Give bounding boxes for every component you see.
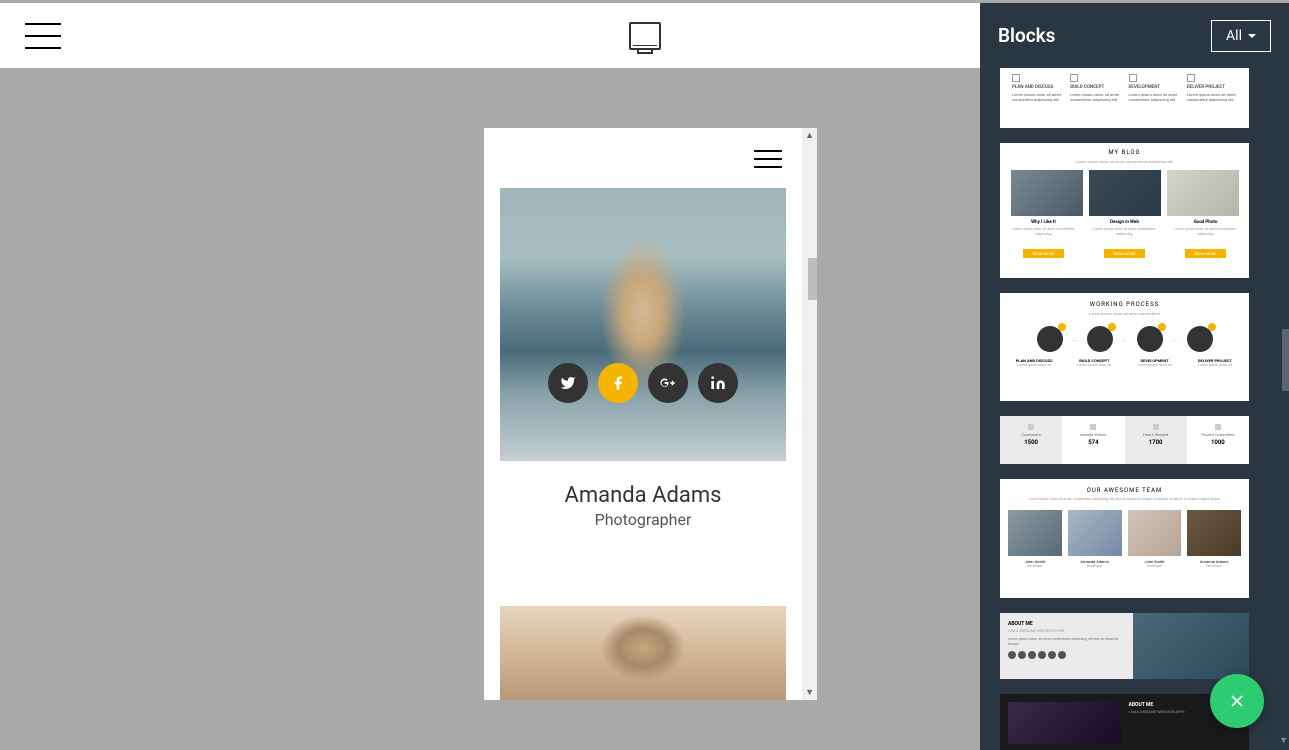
- counter-value: 1000: [1191, 439, 1245, 446]
- process-heading: WORKING PROCESS: [1008, 301, 1241, 308]
- linkedin-icon[interactable]: [698, 363, 738, 403]
- hamburger-icon[interactable]: [25, 23, 61, 49]
- counter-label: Project Completed: [1191, 432, 1245, 437]
- team-member-card-next: [500, 606, 786, 700]
- feature-title: DELIVER PROJECT: [1187, 85, 1237, 90]
- preview-viewport: Amanda Adams Photographer: [484, 128, 802, 700]
- desktop-icon[interactable]: [629, 22, 661, 50]
- process-subtitle: Lorem ipsum dolor sit amet consectetur: [1008, 311, 1241, 316]
- sidebar-scrollbar[interactable]: ▼: [1281, 68, 1289, 750]
- google-plus-icon[interactable]: [648, 363, 688, 403]
- counter-label: Customers: [1004, 432, 1058, 437]
- member-role: Developer: [1008, 564, 1062, 568]
- preview-scrollbar[interactable]: ▲ ▼: [802, 128, 817, 700]
- blocks-sidebar: Blocks All PLAN AND DISCUSS Lorem ipsum d…: [980, 3, 1289, 750]
- post-title: Design in Web: [1087, 220, 1162, 225]
- scroll-down-icon[interactable]: ▼: [1279, 735, 1288, 746]
- team-member-card: Amanda Adams Photographer: [500, 188, 786, 542]
- counter-value: 574: [1066, 439, 1120, 446]
- sidebar-scroll-thumb[interactable]: [1282, 329, 1289, 391]
- member-role: Developer: [1187, 564, 1241, 568]
- sidebar-title: Blocks: [998, 24, 1055, 47]
- post-title: Good Photo: [1168, 220, 1243, 225]
- facebook-icon[interactable]: [598, 363, 638, 403]
- about-subtitle: I AM A AWESOME WEB DEVELOPER: [1008, 629, 1125, 633]
- about-desc: Lorem ipsum dolor sit amet consectetur a…: [1008, 637, 1125, 647]
- counter-label: Awards Winner: [1066, 432, 1120, 437]
- sidebar-header: Blocks All: [980, 3, 1289, 68]
- scroll-down-icon[interactable]: ▼: [805, 687, 814, 698]
- block-thumb-blog[interactable]: MY BLOG Lorem ipsum dolor sit amet, cons…: [1000, 143, 1249, 278]
- mobile-hamburger-icon[interactable]: [754, 150, 782, 168]
- read-more-button: READ MORE: [1185, 249, 1227, 258]
- feature-title: DEVELOPMENT: [1129, 85, 1179, 90]
- blog-subtitle: Lorem ipsum dolor sit amet, consectetur …: [1006, 159, 1243, 164]
- blocks-list[interactable]: PLAN AND DISCUSS Lorem ipsum dolor sit am…: [980, 68, 1289, 750]
- block-thumb-features[interactable]: PLAN AND DISCUSS Lorem ipsum dolor sit am…: [1000, 68, 1249, 128]
- counter-value: 1500: [1004, 439, 1058, 446]
- member-role: Developer: [1128, 564, 1182, 568]
- block-thumb-team[interactable]: OUR AWESOME TEAM Lorem ipsum dolor sit a…: [1000, 479, 1249, 598]
- filter-dropdown[interactable]: All: [1211, 20, 1271, 52]
- counter-label: Hours Worked: [1129, 432, 1183, 437]
- read-more-button: READ MORE: [1023, 249, 1065, 258]
- social-buttons: [548, 363, 738, 403]
- close-fab-button[interactable]: [1210, 674, 1264, 728]
- block-thumb-about-light[interactable]: ABOUT ME I AM A AWESOME WEB DEVELOPER Lo…: [1000, 613, 1249, 679]
- mobile-preview-frame: Amanda Adams Photographer ▲ ▼: [484, 128, 817, 700]
- feature-desc: Lorem ipsum dolor sit amet consectetur a…: [1129, 92, 1179, 102]
- team-heading: OUR AWESOME TEAM: [1008, 487, 1241, 494]
- team-subtitle: Lorem ipsum dolor sit amet, consectetur …: [1008, 497, 1241, 502]
- block-thumb-process[interactable]: WORKING PROCESS Lorem ipsum dolor sit am…: [1000, 293, 1249, 401]
- read-more-button: READ MORE: [1104, 249, 1146, 258]
- blog-heading: MY BLOG: [1006, 149, 1243, 156]
- block-thumb-counters[interactable]: Customers 1500 Awards Winner 574 Hours Wor…: [1000, 416, 1249, 464]
- member-role: Photographer: [500, 510, 786, 529]
- scroll-up-icon[interactable]: ▲: [805, 130, 814, 141]
- counter-value: 1700: [1129, 439, 1183, 446]
- member-name: Amanda Adams: [500, 483, 786, 508]
- filter-label: All: [1226, 28, 1242, 44]
- feature-desc: Lorem ipsum dolor sit amet consectetur a…: [1070, 92, 1120, 102]
- feature-title: PLAN AND DISCUSS: [1012, 85, 1062, 90]
- close-icon: [1227, 691, 1247, 711]
- twitter-icon[interactable]: [548, 363, 588, 403]
- feature-desc: Lorem ipsum dolor sit amet consectetur a…: [1012, 92, 1062, 102]
- member-photo: [500, 188, 786, 461]
- preview-scroll-thumb[interactable]: [808, 258, 817, 300]
- feature-desc: Lorem ipsum dolor sit amet consectetur a…: [1187, 92, 1237, 102]
- about-title: ABOUT ME: [1008, 621, 1125, 627]
- post-title: Why I Like It: [1006, 220, 1081, 225]
- member-role: Developer: [1068, 564, 1122, 568]
- feature-title: BUILD CONCEPT: [1070, 85, 1120, 90]
